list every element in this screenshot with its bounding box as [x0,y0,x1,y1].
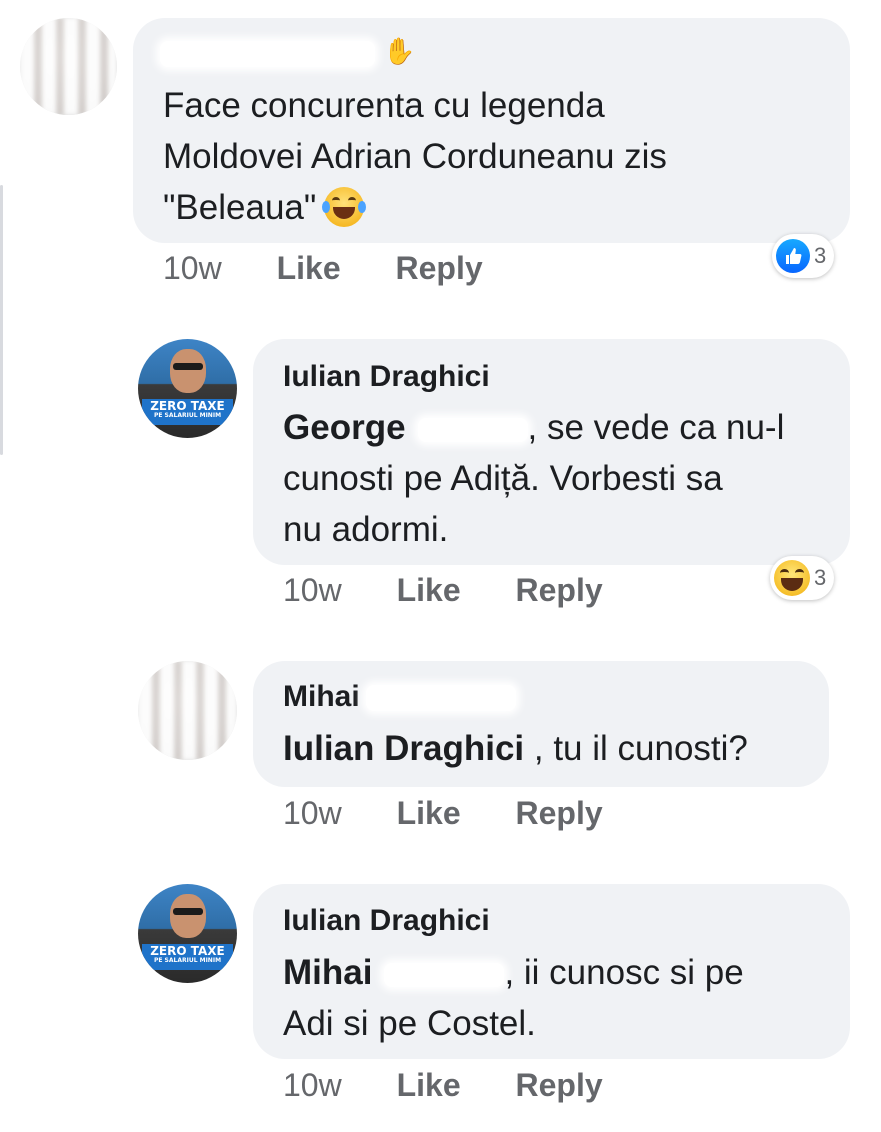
comment-text: Face concurenta cu legenda Moldovei Adri… [163,80,667,233]
like-button[interactable]: Like [397,1067,461,1104]
avatar-banner: ZERO TAXE PE SALARIUL MINIM [142,944,233,970]
reply-button[interactable]: Reply [396,250,483,287]
like-reaction-icon [776,239,810,273]
comment-author[interactable]: Iulian Draghici [283,360,490,394]
reply-button[interactable]: Reply [516,795,603,832]
comment-text-line: Adi si pe Costel. [283,1004,536,1043]
like-button[interactable]: Like [277,250,341,287]
reply-button[interactable]: Reply [516,572,603,609]
mention-link[interactable]: Mihai [283,953,372,992]
comment-actions: 10w Like Reply [283,795,603,832]
redacted-name [365,685,516,712]
comment-text: Iulian Draghici , tu il cunosti? [283,729,748,768]
mention-link[interactable]: George [283,408,406,447]
screen-edge [0,185,3,455]
comment-text-line: "Beleaua" [163,182,667,233]
avatar[interactable] [138,661,237,760]
comment-actions: 10w Like Reply [283,1067,603,1104]
comment-author[interactable]: Mihai [283,680,516,714]
comment-time[interactable]: 10w [163,250,222,287]
reaction-summary[interactable]: 3 [772,234,835,278]
avatar[interactable]: ZERO TAXE PE SALARIUL MINIM [138,884,237,983]
redacted-name [384,962,505,987]
redacted-name [160,41,375,68]
mention-link[interactable]: Iulian Draghici [283,729,524,768]
comment-text-line: Face concurenta cu legenda [163,86,605,125]
comment-actions: 10w Like Reply [163,250,483,287]
comment-actions: 10w Like Reply [283,572,603,609]
avatar-banner: ZERO TAXE PE SALARIUL MINIM [142,399,233,425]
avatar[interactable] [20,18,117,115]
comment-text: Mihai, ii cunosc si pe Adi si pe Costel. [283,947,744,1049]
like-button[interactable]: Like [397,795,461,832]
wave-hand-icon: ✋ [383,37,416,67]
comment-time[interactable]: 10w [283,1067,342,1104]
comment-text-line: cunosti pe Adiță. Vorbesti sa [283,459,723,498]
reaction-count: 3 [814,243,827,268]
comment-time[interactable]: 10w [283,795,342,832]
comment-text-line: nu adormi. [283,510,449,549]
comment-text-line: Moldovei Adrian Corduneanu zis [163,137,667,176]
comment-author[interactable]: Iulian Draghici [283,904,490,938]
comment-text: George, se vede ca nu-l cunosti pe Adiță… [283,402,784,555]
reaction-count: 3 [814,565,827,590]
laugh-tears-emoji-icon [322,187,367,227]
comment-author[interactable]: ✋ [160,36,416,70]
reply-button[interactable]: Reply [516,1067,603,1104]
like-button[interactable]: Like [397,572,461,609]
redacted-name [417,417,528,442]
haha-reaction-icon [774,560,810,596]
avatar[interactable]: ZERO TAXE PE SALARIUL MINIM [138,339,237,438]
reaction-summary[interactable]: 3 [770,556,835,600]
comment-time[interactable]: 10w [283,572,342,609]
